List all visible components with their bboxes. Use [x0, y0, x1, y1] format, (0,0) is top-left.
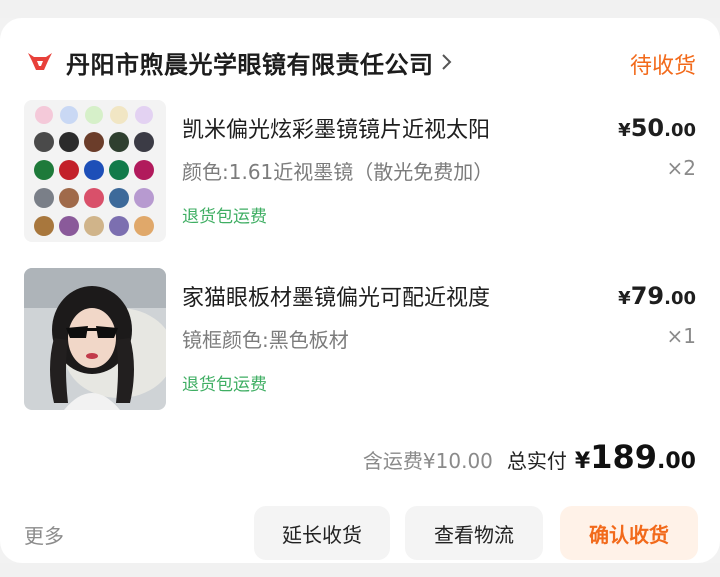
more-button[interactable]: 更多 — [24, 520, 64, 549]
total-label: 总实付 — [506, 449, 567, 473]
order-card: 丹阳市煦晨光学眼镜有限责任公司 待收货 凯米偏光炫彩墨镜镜片近视太阳 颜色:1.… — [0, 18, 720, 563]
price-integer: 79 — [630, 282, 665, 310]
shop-name[interactable]: 丹阳市煦晨光学眼镜有限责任公司 — [66, 45, 434, 80]
view-logistics-button[interactable]: 查看物流 — [405, 506, 543, 560]
order-summary: 含运费¥10.00 总实付 ¥189.00 — [363, 438, 696, 476]
product-image-model[interactable] — [24, 268, 166, 410]
shipping-fee: 含运费¥10.00 — [362, 449, 493, 473]
price-decimal: .00 — [664, 288, 696, 309]
price-currency: ¥ — [618, 120, 631, 141]
confirm-receipt-button[interactable]: 确认收货 — [560, 506, 698, 560]
product-image-lens-swatches[interactable] — [24, 100, 166, 242]
shop-header[interactable]: 丹阳市煦晨光学眼镜有限责任公司 — [26, 44, 454, 80]
item-title[interactable]: 家猫眼板材墨镜偏光可配近视度 — [182, 280, 490, 312]
bull-head-logo-icon — [28, 53, 52, 70]
item-quantity: ×2 — [666, 156, 696, 180]
item-spec: 镜框颜色:黑色板材 — [182, 328, 349, 352]
total-integer: 189 — [590, 438, 658, 476]
return-shipping-tag: 退货包运费 — [182, 375, 267, 395]
item-quantity: ×1 — [666, 324, 696, 348]
return-shipping-tag: 退货包运费 — [182, 207, 267, 227]
model-photo-image — [24, 268, 166, 410]
top-background — [0, 0, 720, 18]
chevron-right-icon[interactable] — [440, 51, 454, 73]
order-item[interactable]: 凯米偏光炫彩墨镜镜片近视太阳 颜色:1.61近视墨镜（散光免费加） 退货包运费 … — [24, 100, 696, 242]
price-decimal: .00 — [664, 120, 696, 141]
extend-receipt-button[interactable]: 延长收货 — [254, 506, 390, 560]
order-status: 待收货 — [629, 54, 696, 79]
order-item[interactable]: 家猫眼板材墨镜偏光可配近视度 镜框颜色:黑色板材 退货包运费 ¥79.00 ×1 — [24, 268, 696, 410]
price-currency: ¥ — [618, 288, 631, 309]
item-price: ¥79.00 — [618, 282, 696, 310]
item-spec: 颜色:1.61近视墨镜（散光免费加） — [182, 160, 494, 184]
item-price: ¥50.00 — [618, 114, 696, 142]
total-decimal: .00 — [657, 449, 696, 474]
lens-swatch-image — [24, 100, 166, 242]
price-integer: 50 — [630, 114, 665, 142]
total-currency: ¥ — [574, 449, 591, 474]
bottom-background — [0, 563, 720, 577]
item-title[interactable]: 凯米偏光炫彩墨镜镜片近视太阳 — [182, 112, 490, 144]
